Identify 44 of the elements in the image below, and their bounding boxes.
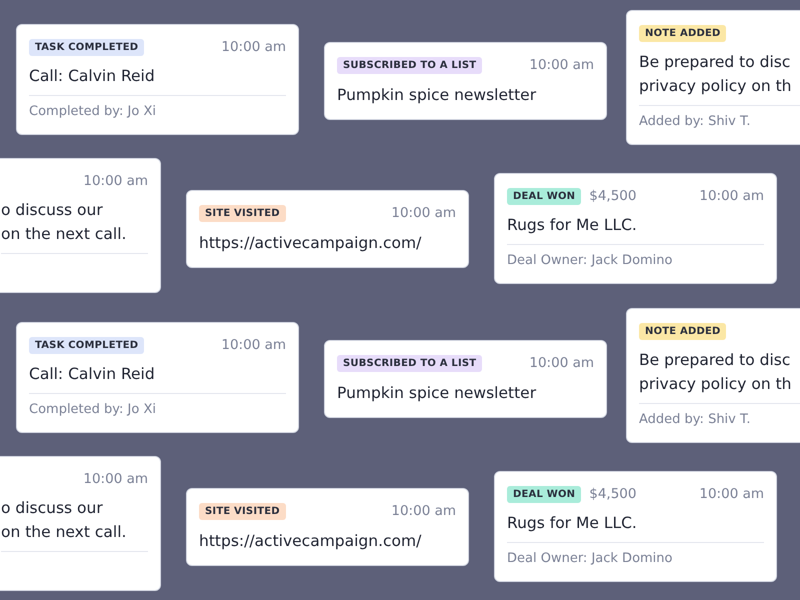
activity-tag: SITE VISITED <box>199 204 286 222</box>
timestamp: 10:00 am <box>391 503 456 519</box>
activity-title: on the next call. <box>1 224 128 245</box>
activity-title: Be prepared to disc <box>639 52 792 73</box>
activity-footer: Added by: Shiv T. <box>639 114 751 129</box>
activity-tag: DEAL WON <box>507 486 582 502</box>
activity-footer: Deal Owner: Jack Domino <box>507 253 672 268</box>
deal-amount: $4,500 <box>589 188 636 204</box>
activity-title: privacy policy on th <box>639 374 793 395</box>
activity-title: Call: Calvin Reid <box>29 66 156 87</box>
timestamp: 10:00 am <box>391 205 456 221</box>
activity-title: Rugs for Me LLC. <box>507 215 638 236</box>
activity-tag: NOTE ADDED <box>639 24 726 42</box>
timestamp: 10:00 am <box>699 486 764 502</box>
activity-footer: Added by: Shiv T. <box>639 412 751 427</box>
timestamp: 10:00 am <box>699 188 764 204</box>
timestamp: 10:00 am <box>529 57 594 73</box>
activity-tag: SITE VISITED <box>199 502 286 520</box>
activity-title: https://activecampaign.com/ <box>199 531 422 552</box>
activity-title: https://activecampaign.com/ <box>199 233 422 254</box>
activity-title: privacy policy on th <box>639 76 793 97</box>
activity-title: o discuss our <box>1 498 104 519</box>
activity-title: Rugs for Me LLC. <box>507 513 638 534</box>
timestamp: 10:00 am <box>83 471 148 487</box>
activity-title: Pumpkin spice newsletter <box>337 85 538 106</box>
activity-footer: Completed by: Jo Xi <box>29 104 156 119</box>
activity-tag: SUBSCRIBED TO A LIST <box>337 56 482 74</box>
activity-tag: NOTE ADDED <box>639 322 726 340</box>
activity-tag: SUBSCRIBED TO A LIST <box>337 354 482 372</box>
activity-footer: Deal Owner: Jack Domino <box>507 551 672 566</box>
activity-title: on the next call. <box>1 522 128 543</box>
activity-title: Be prepared to disc <box>639 350 792 371</box>
deal-amount: $4,500 <box>589 486 636 502</box>
activity-tag: DEAL WON <box>507 188 582 204</box>
activity-title: Call: Calvin Reid <box>29 364 156 385</box>
activity-tag: TASK COMPLETED <box>29 38 144 56</box>
activity-tag: TASK COMPLETED <box>29 336 144 354</box>
timestamp: 10:00 am <box>221 39 286 55</box>
activity-footer: Completed by: Jo Xi <box>29 402 156 417</box>
activity-title: Pumpkin spice newsletter <box>337 383 538 404</box>
activity-title: o discuss our <box>1 200 104 221</box>
timestamp: 10:00 am <box>529 355 594 371</box>
timestamp: 10:00 am <box>221 337 286 353</box>
timestamp: 10:00 am <box>83 173 148 189</box>
